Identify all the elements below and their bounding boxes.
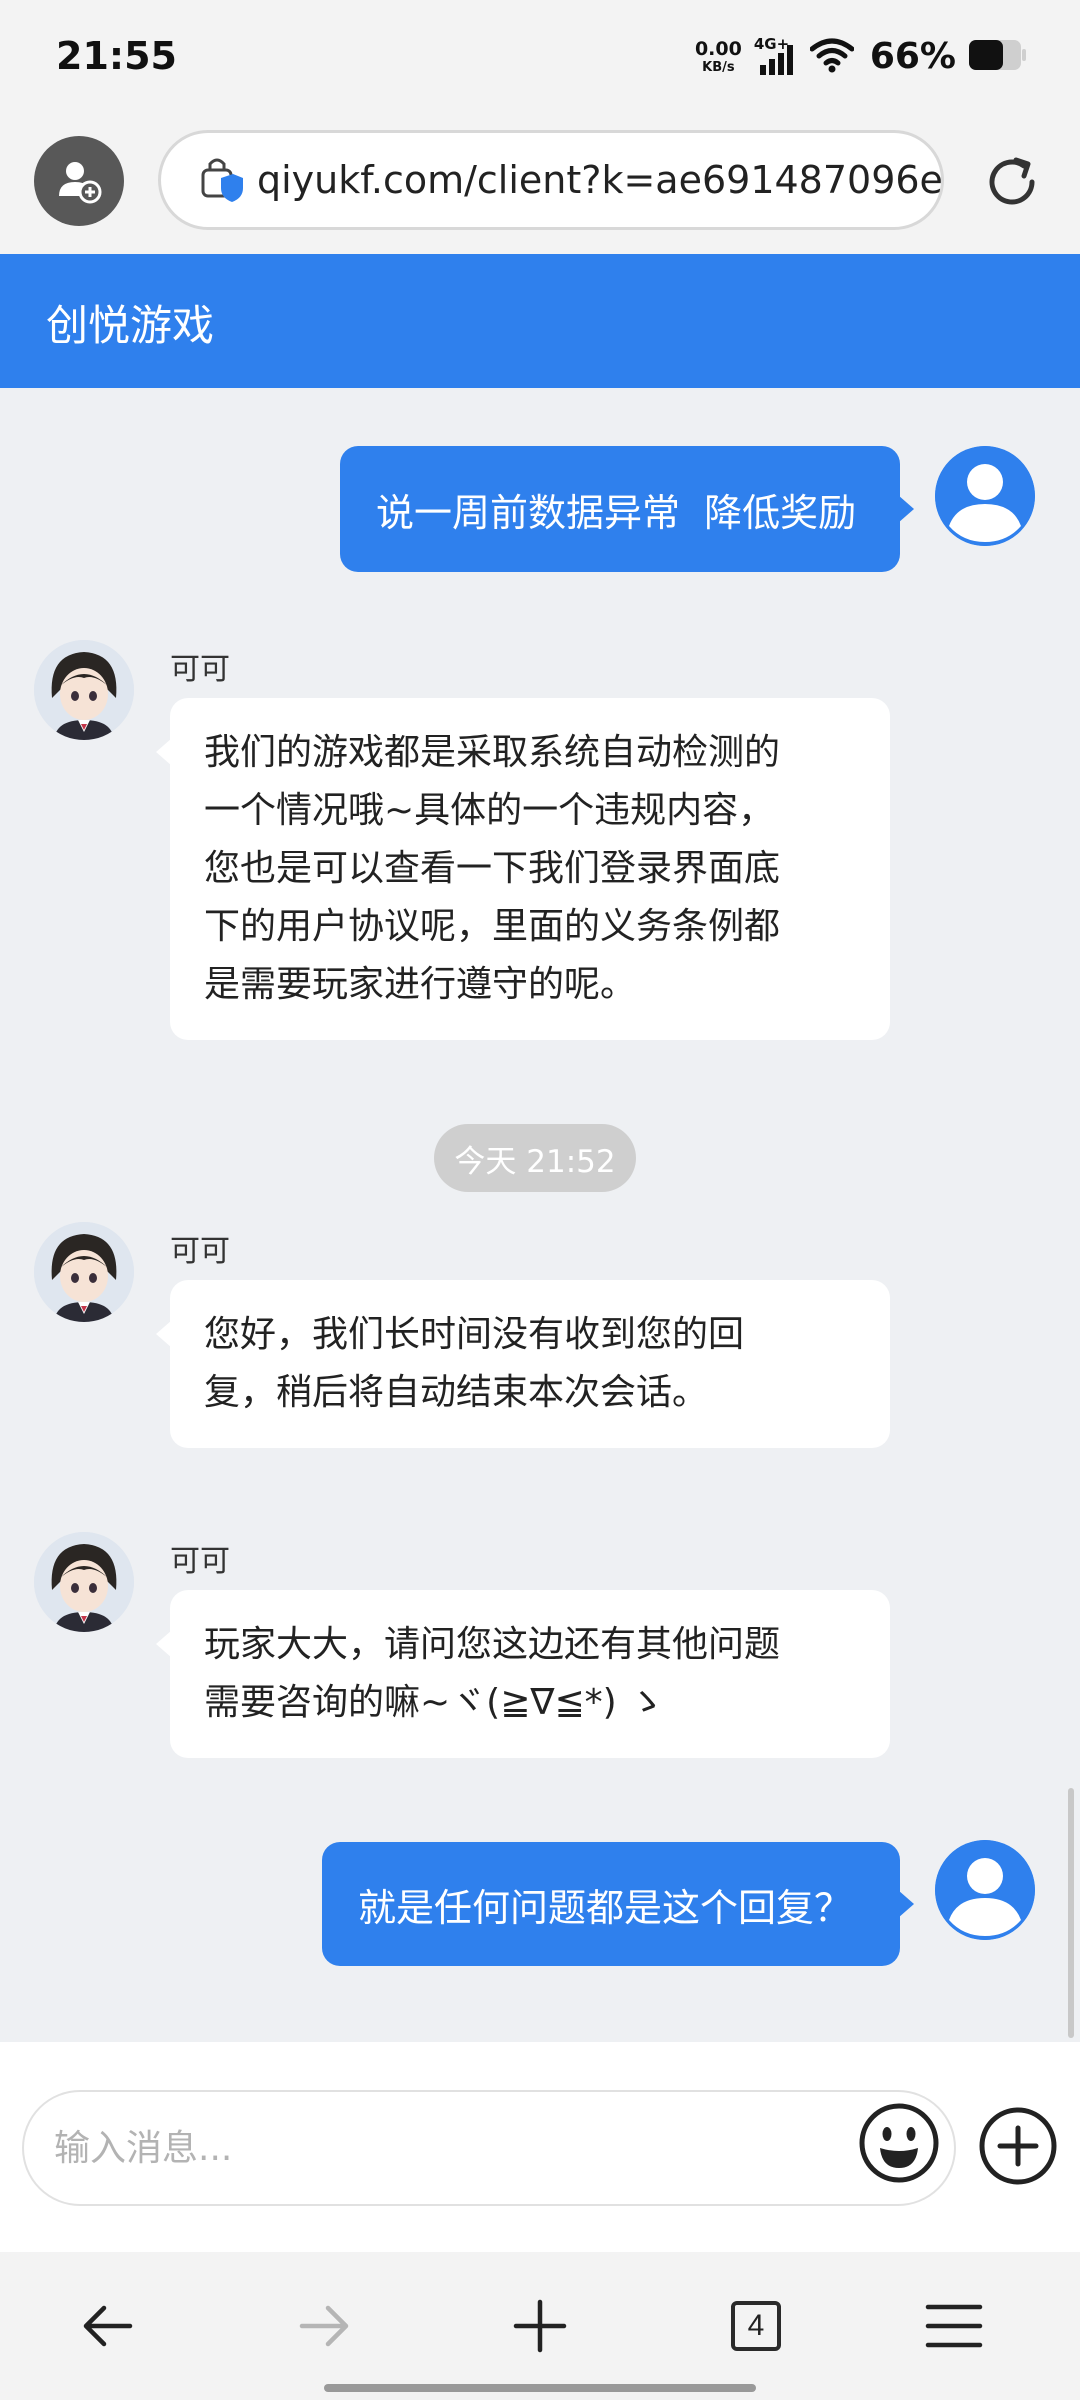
network-speed: 0.00 KB/s (694, 37, 742, 75)
signal-icon: 4G+ (754, 35, 798, 77)
plus-circle-icon (979, 2107, 1057, 2185)
forward-arrow-icon (299, 2305, 349, 2347)
agent-avatar (34, 1532, 134, 1632)
back-arrow-icon (83, 2305, 133, 2347)
browser-toolbar: qiyukf.com/client?k=ae691487096e6 (0, 120, 1080, 254)
network-speed-value: 0.00 (694, 37, 742, 60)
timestamp-pill: 今天 21:52 (434, 1124, 636, 1192)
message-input-wrapper (22, 2090, 956, 2206)
reload-icon (989, 157, 1035, 205)
battery-icon (968, 38, 1028, 76)
emoji-icon (859, 2103, 939, 2183)
reload-button[interactable] (980, 150, 1044, 214)
message-text: 就是任何问题都是这个回复？ (358, 1885, 853, 1930)
forward-button[interactable] (292, 2294, 356, 2358)
new-tab-icon (513, 2299, 567, 2353)
agent-message-bubble: 您好，我们长时间没有收到您的回 复，稍后将自动结束本次会话。 (156, 1280, 890, 1448)
url-bar[interactable]: qiyukf.com/client?k=ae691487096e6 (158, 130, 944, 230)
user-message-bubble: 说一周前数据异常 降低奖励 (340, 446, 914, 572)
attach-button[interactable] (978, 2106, 1058, 2186)
home-indicator[interactable] (324, 2384, 756, 2392)
profile-add-icon (59, 162, 102, 204)
agent-avatar (34, 1222, 134, 1322)
emoji-button[interactable] (858, 2102, 940, 2184)
status-bar: 21:55 0.00 KB/s 4G+ 66% (0, 0, 1080, 120)
chat-title: 创悦游戏 (46, 301, 215, 350)
agent-name: 可可 (170, 652, 230, 687)
browser-bottom-nav: 4 (0, 2252, 1080, 2400)
scrollbar[interactable] (1068, 1788, 1074, 2038)
tabs-button[interactable]: 4 (724, 2294, 788, 2358)
user-avatar-icon (935, 446, 1035, 546)
message-line: 一个情况哦~具体的一个违规内容， (204, 790, 775, 831)
agent-name: 可可 (170, 1234, 230, 1269)
lock-shield-icon (199, 154, 243, 206)
new-tab-button[interactable] (508, 2294, 572, 2358)
agent-name: 可可 (170, 1544, 230, 1579)
message-line: 我们的游戏都是采取系统自动检测的 (204, 732, 781, 773)
tabs-icon: 4 (731, 2301, 781, 2351)
menu-icon (925, 2304, 983, 2348)
agent-avatar (34, 640, 134, 740)
status-indicators: 0.00 KB/s 4G+ 66% (694, 35, 1028, 77)
message-text: 说一周前数据异常 降低奖励 (376, 490, 857, 535)
message-line: 您好，我们长时间没有收到您的回 (204, 1314, 745, 1355)
message-line: 下的用户协议呢，里面的义务条例都 (204, 906, 781, 947)
message-input[interactable] (54, 2092, 834, 2204)
agent-message-bubble: 玩家大大，请问您这边还有其他问题 需要咨询的嘛~ヾ(≧∇≦*) ゝ (156, 1590, 890, 1758)
network-speed-unit: KB/s (702, 59, 735, 75)
chat-header: 创悦游戏 (0, 254, 1080, 388)
message-line: 您也是可以查看一下我们登录界面底 (204, 848, 781, 889)
profile-add-button[interactable] (34, 136, 124, 226)
chat-messages[interactable] (0, 388, 1080, 2042)
back-button[interactable] (76, 2294, 140, 2358)
message-composer (0, 2042, 1080, 2252)
status-time: 21:55 (56, 34, 177, 78)
battery-percent: 66% (869, 36, 956, 77)
message-line: 是需要玩家进行遵守的呢。 (204, 964, 637, 1005)
wifi-icon (809, 37, 855, 77)
agent-message-bubble: 我们的游戏都是采取系统自动检测的 一个情况哦~具体的一个违规内容， 您也是可以查… (156, 698, 890, 1040)
user-avatar-icon (935, 1840, 1035, 1940)
url-text: qiyukf.com/client?k=ae691487096e6 (257, 158, 944, 202)
user-message-bubble: 就是任何问题都是这个回复？ (322, 1842, 914, 1966)
menu-button[interactable] (922, 2294, 986, 2358)
message-line: 复，稍后将自动结束本次会话。 (204, 1372, 709, 1413)
message-line: 需要咨询的嘛~ヾ(≧∇≦*) ゝ (204, 1682, 665, 1723)
message-line: 玩家大大，请问您这边还有其他问题 (204, 1624, 781, 1665)
